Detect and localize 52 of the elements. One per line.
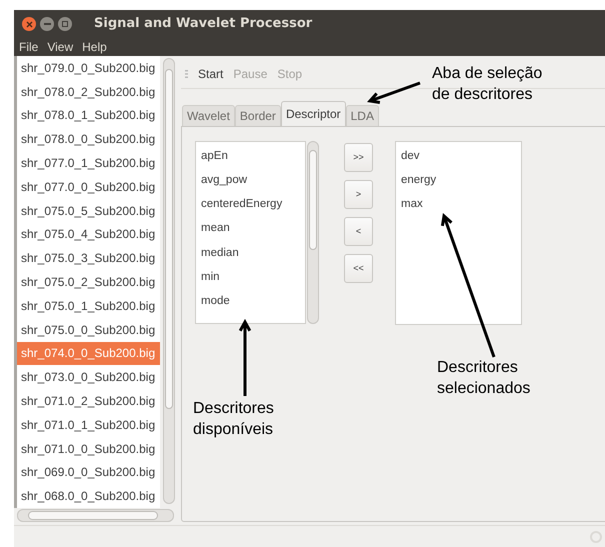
file-list-item[interactable]: shr_078.0_0_Sub200.big: [17, 127, 160, 152]
list-item[interactable]: mode: [196, 290, 305, 314]
move-button[interactable]: <<: [344, 254, 373, 283]
list-item[interactable]: dev: [396, 144, 521, 168]
annotation-text: Descritores disponíveis: [193, 399, 274, 440]
file-list-item[interactable]: shr_077.0_1_Sub200.big: [17, 151, 160, 175]
tab[interactable]: LDA: [346, 105, 379, 126]
toolbar-grip-icon: [185, 70, 188, 78]
tab[interactable]: Wavelet: [182, 105, 235, 126]
scrollbar[interactable]: [163, 58, 175, 504]
file-list-item[interactable]: shr_069.0_0_Sub200.big: [17, 460, 160, 484]
horizontal-scrollbar[interactable]: [17, 509, 174, 522]
file-list-item[interactable]: shr_073.0_0_Sub200.big: [17, 365, 160, 390]
move-button[interactable]: >: [344, 180, 373, 209]
file-list-item[interactable]: shr_068.0_0_Sub200.big: [17, 484, 160, 508]
file-list-item[interactable]: shr_078.0_1_Sub200.big: [17, 104, 160, 128]
file-list-item[interactable]: shr_071.0_1_Sub200.big: [17, 412, 160, 437]
move-button[interactable]: >>: [344, 143, 373, 172]
tab[interactable]: Descriptor: [280, 101, 346, 126]
menu-item[interactable]: Help: [82, 41, 107, 53]
annotation-text: Descritores selecionados: [437, 358, 530, 399]
list-item[interactable]: median: [196, 241, 305, 266]
menu-item[interactable]: File: [19, 41, 38, 53]
window-title: Signal and Wavelet Processor: [94, 15, 312, 34]
file-list-item[interactable]: shr_075.0_4_Sub200.big: [17, 222, 160, 246]
move-button[interactable]: <: [344, 217, 373, 246]
tab[interactable]: Border: [234, 105, 281, 126]
toolbar-button[interactable]: Start: [198, 64, 224, 82]
file-list-item[interactable]: shr_075.0_2_Sub200.big: [17, 270, 160, 294]
file-list-item[interactable]: shr_071.0_0_Sub200.big: [17, 436, 160, 461]
file-list-item[interactable]: shr_075.0_0_Sub200.big: [17, 318, 160, 342]
list-item[interactable]: max: [396, 192, 521, 217]
file-list-item[interactable]: shr_079.0_0_Sub200.big: [17, 56, 160, 80]
file-list-item[interactable]: shr_071.0_2_Sub200.big: [17, 389, 160, 413]
file-list-item[interactable]: shr_075.0_1_Sub200.big: [17, 294, 160, 318]
annotation-arrow: [367, 82, 420, 104]
list-item[interactable]: min: [196, 265, 305, 290]
file-list-item[interactable]: shr_078.0_2_Sub200.big: [17, 80, 160, 104]
close-icon[interactable]: [22, 17, 36, 31]
file-list-item[interactable]: shr_075.0_3_Sub200.big: [17, 246, 160, 270]
file-list-item[interactable]: shr_075.0_5_Sub200.big: [17, 198, 160, 223]
scrollbar[interactable]: [307, 141, 319, 324]
annotation-text: Aba de seleção de descritores: [432, 64, 542, 105]
menu-item[interactable]: View: [47, 41, 74, 53]
list-item[interactable]: apEn: [196, 144, 305, 168]
list-item[interactable]: energy: [396, 168, 521, 193]
minimize-icon[interactable]: [40, 17, 54, 31]
list-item[interactable]: mean: [196, 216, 305, 242]
list-item[interactable]: centeredEnergy: [196, 192, 305, 217]
list-item[interactable]: avg_pow: [196, 168, 305, 193]
file-list-item[interactable]: shr_077.0_0_Sub200.big: [17, 174, 160, 199]
maximize-icon[interactable]: [58, 17, 72, 31]
